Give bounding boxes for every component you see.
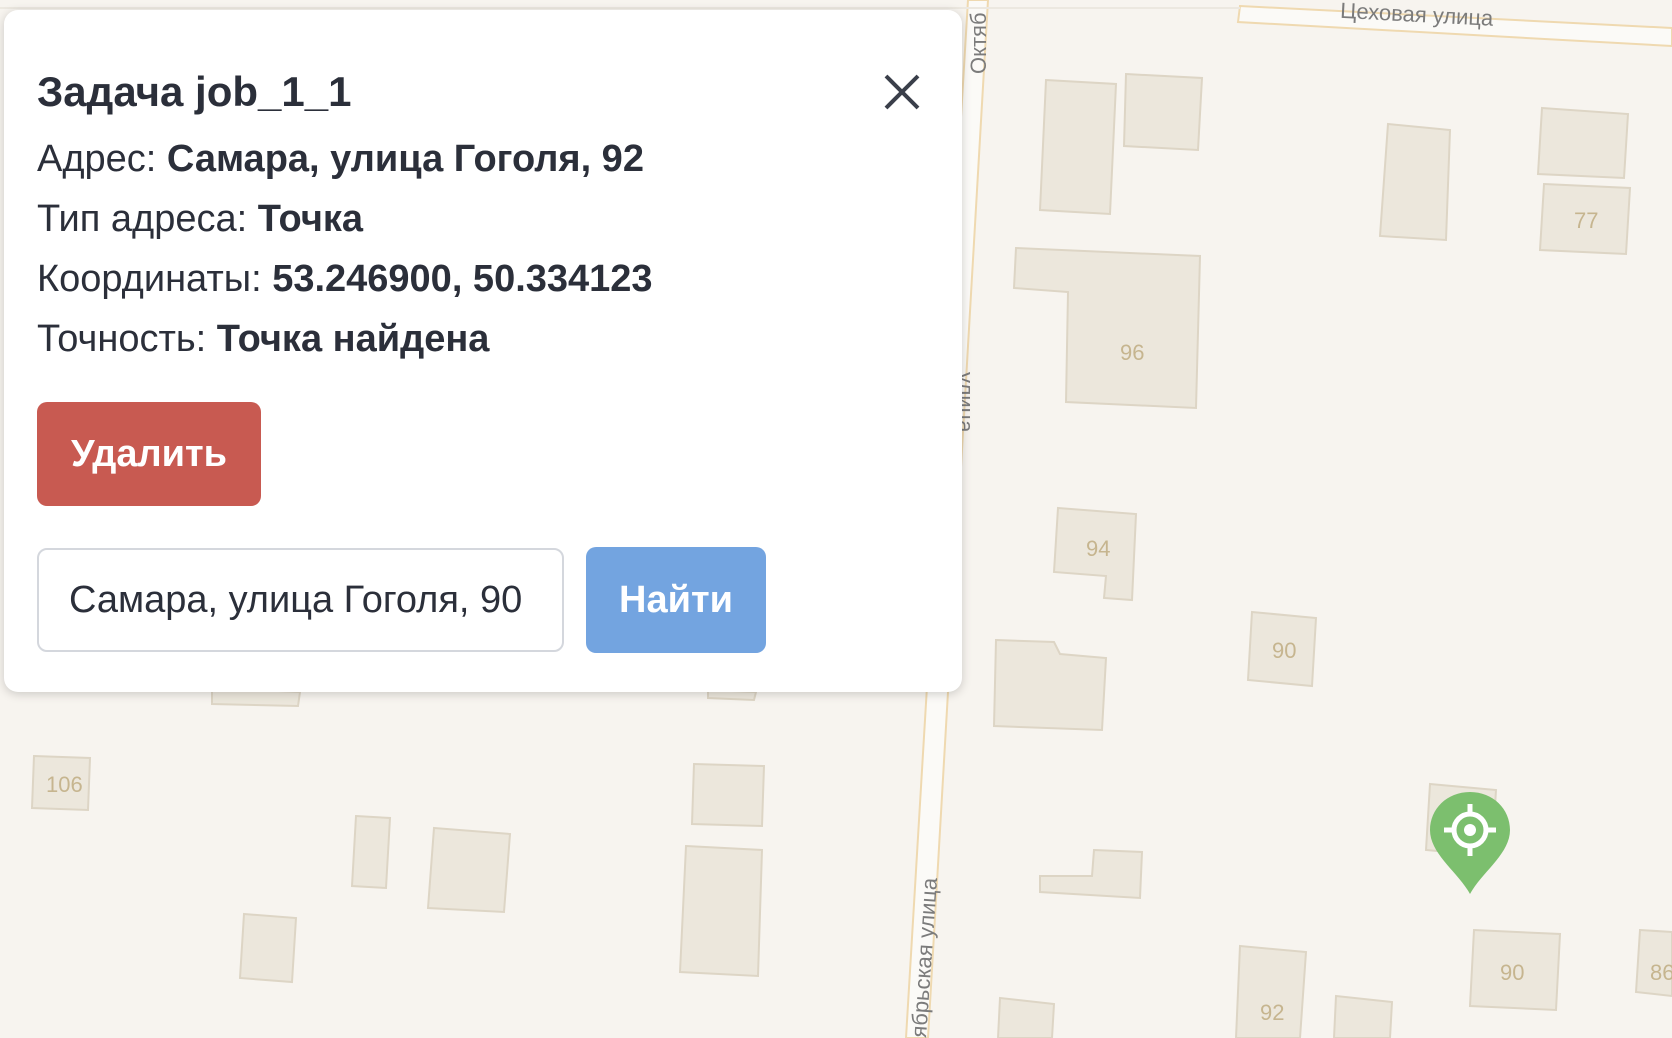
accuracy-row: Точность: Точка найдена	[37, 318, 489, 361]
address-value: Самара, улица Гоголя, 92	[166, 138, 644, 180]
coordinates-row: Координаты: 53.246900, 50.334123	[37, 258, 653, 301]
house-number: 92	[1260, 1000, 1284, 1025]
close-icon[interactable]	[880, 70, 924, 114]
address-type-label: Тип адреса:	[37, 198, 258, 240]
house-number: 86	[1650, 960, 1672, 985]
house-number: 94	[1086, 536, 1110, 561]
coordinates-label: Координаты:	[37, 258, 273, 300]
house-number: 106	[46, 772, 83, 797]
address-row: Адрес: Самара, улица Гоголя, 92	[37, 138, 644, 181]
address-type-row: Тип адреса: Точка	[37, 198, 363, 241]
house-number: 90	[1500, 960, 1524, 985]
street-label-vertical-top: Октяб	[966, 12, 991, 74]
address-label: Адрес:	[37, 138, 167, 180]
accuracy-label: Точность:	[37, 318, 217, 360]
address-type-value: Точка	[257, 198, 364, 240]
house-number: 96	[1120, 340, 1144, 365]
accuracy-value: Точка найдена	[216, 318, 490, 360]
job-popup: Задача job_1_1 Адрес: Самара, улица Гого…	[4, 10, 962, 692]
find-button[interactable]: Найти	[586, 547, 766, 653]
location-pin-icon[interactable]	[1428, 790, 1512, 896]
delete-button[interactable]: Удалить	[37, 402, 261, 506]
coordinates-value: 53.246900, 50.334123	[272, 258, 653, 300]
address-search-input[interactable]	[37, 548, 564, 652]
house-number: 77	[1574, 208, 1598, 233]
house-number: 90	[1272, 638, 1296, 663]
popup-title: Задача job_1_1	[37, 68, 352, 115]
